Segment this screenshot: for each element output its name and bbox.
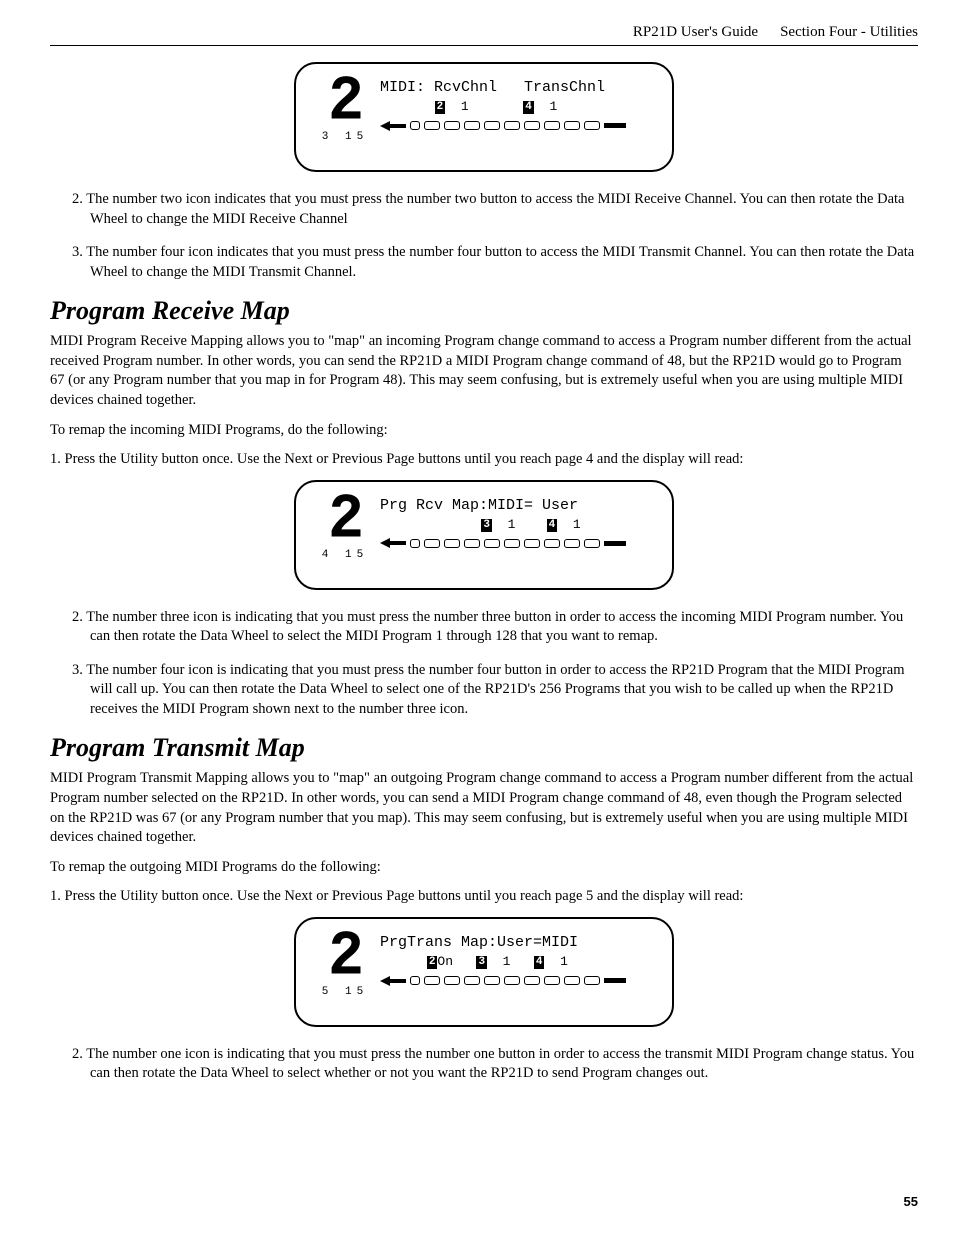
step-2-receive: 2. The number three icon is indicating t… (72, 608, 918, 647)
page-header: RP21D User's Guide Section Four - Utilit… (50, 24, 918, 46)
step-1-receive: 1. Press the Utility button once. Use th… (50, 450, 918, 470)
lcd-line1: Prg Rcv Map:MIDI= User (380, 496, 654, 516)
lcd-big-digit: 2 (328, 494, 362, 548)
lcd-line2: 2On 3 1 4 1 (380, 953, 654, 971)
lcd-display-midi: 2 3 15 MIDI: RcvChnl TransChnl 2 1 4 1 (294, 62, 674, 172)
heading-program-transmit-map: Program Transmit Map (50, 733, 918, 763)
step-2-transmit: 2. The number one icon is indicating tha… (72, 1045, 918, 1084)
lcd-line1: MIDI: RcvChnl TransChnl (380, 78, 654, 98)
para-transmit-remap: To remap the outgoing MIDI Programs do t… (50, 858, 918, 878)
lcd-line1: PrgTrans Map:User=MIDI (380, 933, 654, 953)
step-3-midi: 3. The number four icon indicates that y… (72, 243, 918, 282)
lcd-line2: 2 1 4 1 (380, 98, 654, 116)
lcd-bar-icon (380, 537, 654, 549)
lcd-line2: 3 1 4 1 (380, 516, 654, 534)
lcd-big-digit: 2 (328, 932, 362, 986)
page-number: 55 (904, 1194, 918, 1209)
lcd-display-receive: 2 4 15 Prg Rcv Map:MIDI= User 3 1 4 1 (294, 480, 674, 590)
step-1-transmit: 1. Press the Utility button once. Use th… (50, 887, 918, 907)
para-receive-remap: To remap the incoming MIDI Programs, do … (50, 421, 918, 441)
header-section: Section Four - Utilities (780, 24, 918, 41)
header-guide: RP21D User's Guide (633, 24, 758, 41)
step-2-midi: 2. The number two icon indicates that yo… (72, 190, 918, 229)
lcd-bar-icon (380, 975, 654, 987)
lcd-bar-icon (380, 120, 654, 132)
heading-program-receive-map: Program Receive Map (50, 296, 918, 326)
lcd-display-transmit: 2 5 15 PrgTrans Map:User=MIDI 2On 3 1 4 … (294, 917, 674, 1027)
para-transmit-intro: MIDI Program Transmit Mapping allows you… (50, 769, 918, 847)
step-3-receive: 3. The number four icon is indicating th… (72, 661, 918, 720)
para-receive-intro: MIDI Program Receive Mapping allows you … (50, 332, 918, 410)
lcd-big-digit: 2 (328, 77, 362, 131)
